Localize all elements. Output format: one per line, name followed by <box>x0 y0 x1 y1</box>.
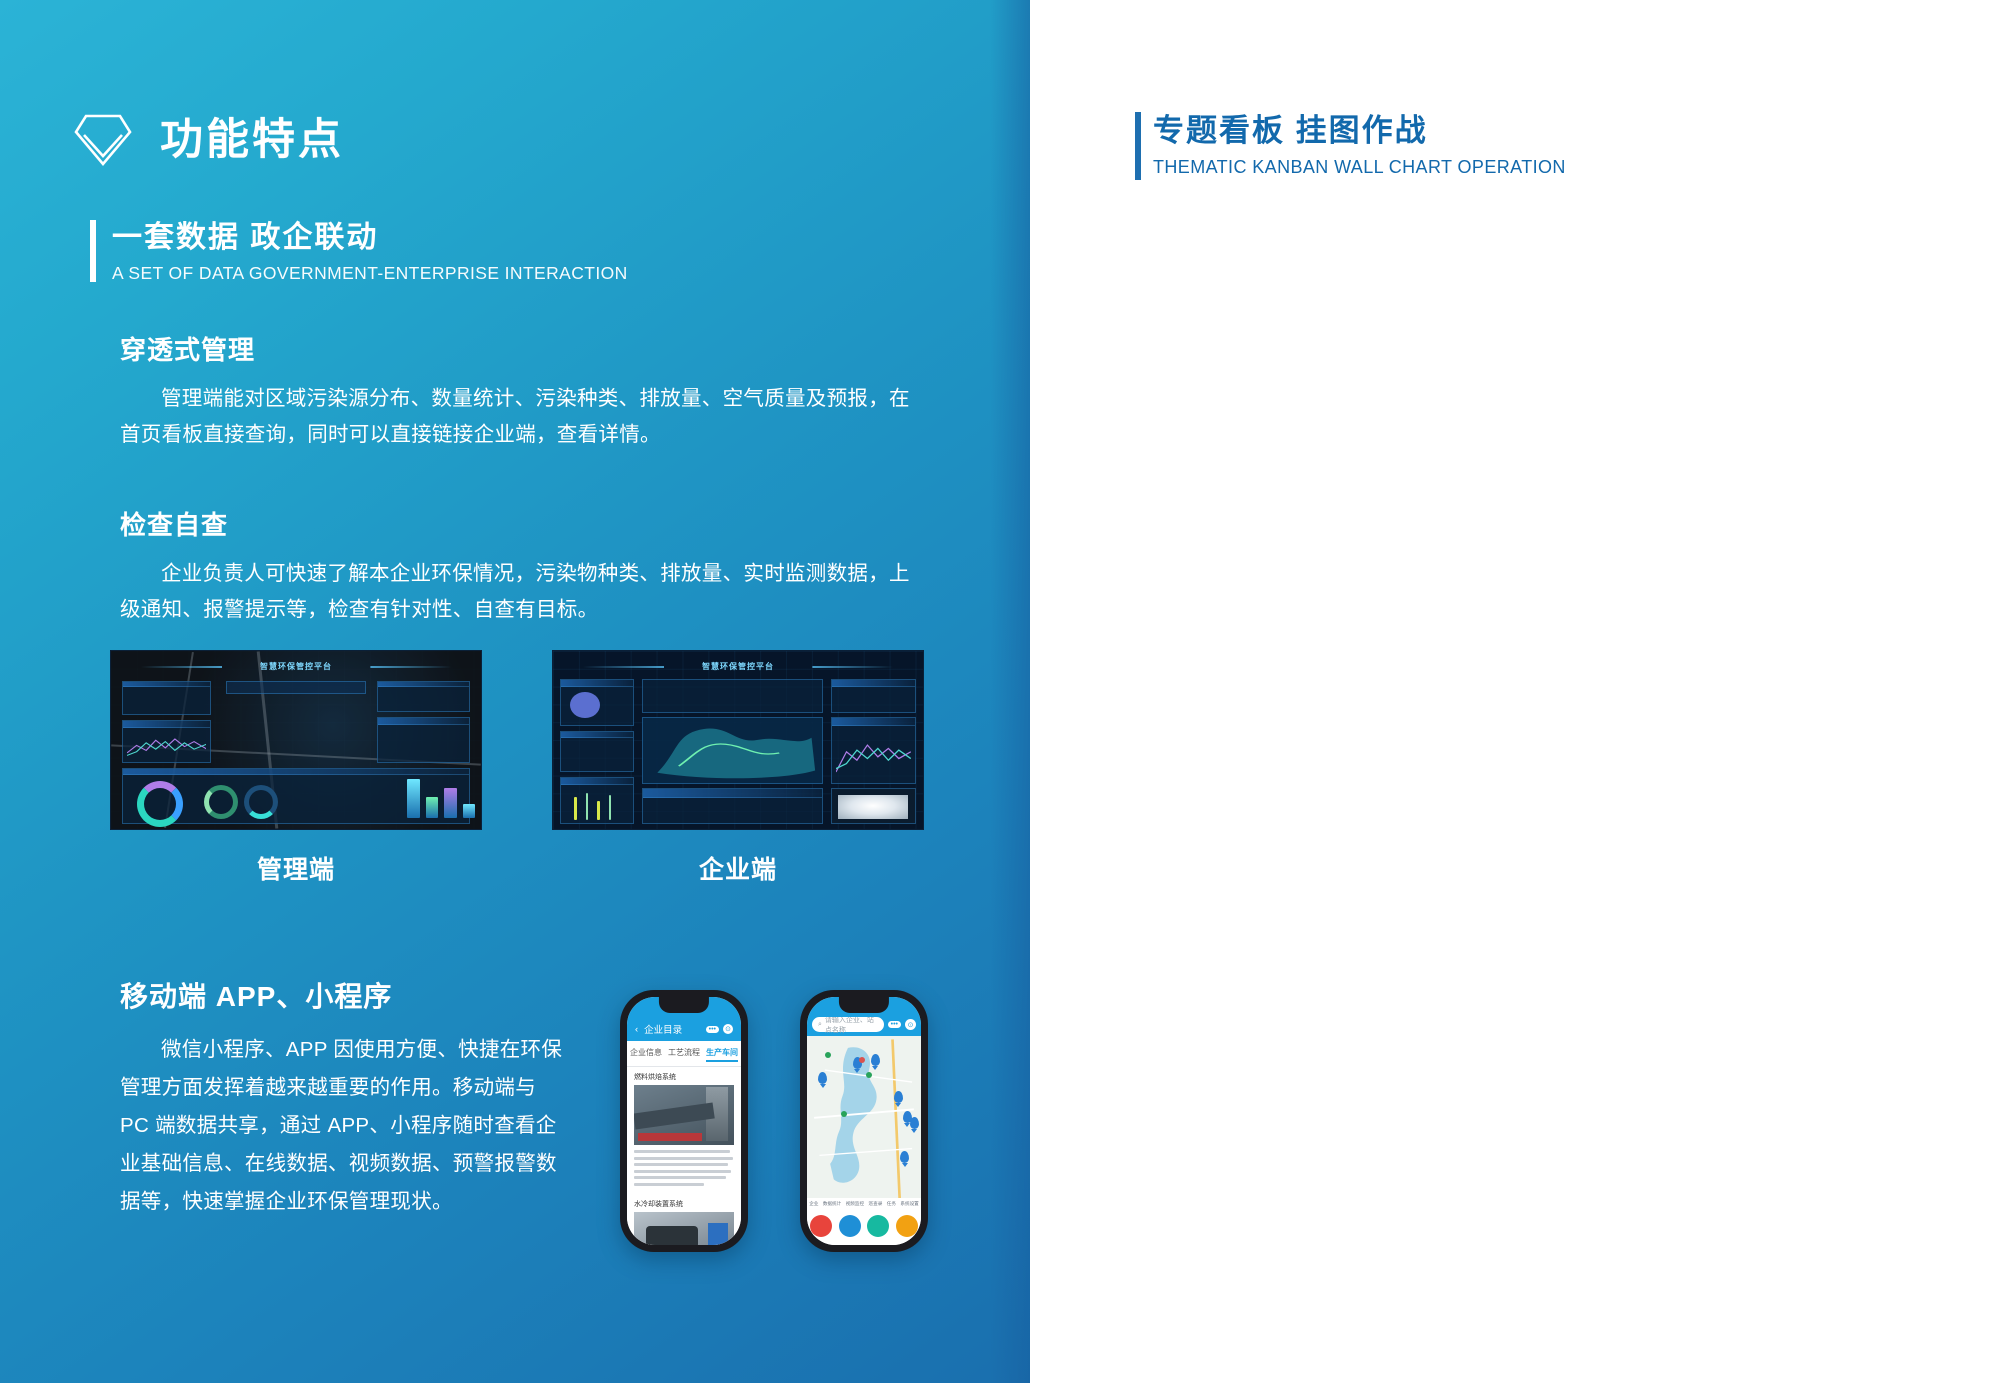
tab-process-flow[interactable]: 工艺流程 <box>668 1047 700 1062</box>
chevron-left-icon[interactable]: ‹ <box>635 1024 638 1035</box>
search-input[interactable]: ⌕ 请输入企业、站点名称 <box>812 1016 884 1034</box>
toolbar-item[interactable]: 视频监控 <box>846 1201 864 1207</box>
phone-map-toolbar[interactable]: 企业 数据统计 视频监控 巡查录 任务 系统设置 <box>807 1198 921 1209</box>
toolbar-item[interactable]: 数据统计 <box>823 1201 841 1207</box>
subheading-cn: 一套数据 政企联动 <box>112 221 379 254</box>
right-panel: 专题看板 挂图作战 THEMATIC KANBAN WALL CHART OPE… <box>1030 0 2000 1383</box>
feature-section-header: 功能特点 <box>72 112 344 168</box>
phone-tab-bar[interactable]: 企业信息 工艺流程 生产车间 <box>627 1041 741 1067</box>
phone-notch <box>658 997 710 1013</box>
screenshot-enterprise[interactable]: 智慧环保管控平台 企业端 <box>552 650 924 886</box>
gear-icon[interactable]: ⊙ <box>723 1024 733 1034</box>
feature-body: 企业负责人可快速了解本企业环保情况，污染物种类、排放量、实时监测数据，上级通知、… <box>120 562 910 621</box>
phone-nav-bar: ‹ 企业目录 ••• ⊙ <box>627 1017 741 1041</box>
panel-edge-gradient <box>990 0 1030 1383</box>
brochure-page: 功能特点 一套数据 政企联动 A SET OF DATA GOVERNMENT-… <box>0 0 2000 1383</box>
feature-block-mobile-app: 移动端 APP、小程序 微信小程序、APP 因使用方便、快捷在环保管理方面发挥着… <box>120 975 570 1221</box>
phone-search-bar[interactable]: ⌕ 请输入企业、站点名称 ••• ⊙ <box>807 1017 921 1036</box>
phone-mockup-map[interactable]: ⌕ 请输入企业、站点名称 ••• ⊙ 企业 数据统计 视频监控 巡查录 任务 系… <box>800 990 928 1252</box>
accent-bar <box>90 220 96 282</box>
map-pin[interactable] <box>893 1091 903 1104</box>
toolbar-item[interactable]: 企业 <box>809 1201 818 1207</box>
phone-nav-title: 企业目录 <box>644 1025 683 1036</box>
phone-body-text <box>627 1145 741 1194</box>
screenshot-caption: 管理端 <box>256 856 335 884</box>
dashboard-admin: 智慧环保管控平台 <box>110 650 482 830</box>
screenshot-admin[interactable]: 智慧环保管控平台 管理端 <box>110 650 482 886</box>
enterprise-icon[interactable] <box>838 1215 861 1237</box>
screenshot-caption: 企业端 <box>698 856 777 884</box>
search-icon: ⌕ <box>818 1020 822 1028</box>
dashboard-enterprise: 智慧环保管控平台 <box>552 650 924 830</box>
more-icon[interactable]: ••• <box>705 1025 719 1033</box>
map-poi-dot[interactable] <box>866 1071 873 1078</box>
feature-body: 微信小程序、APP 因使用方便、快捷在环保管理方面发挥着越来越重要的作用。移动端… <box>120 1038 563 1213</box>
tab-company-info[interactable]: 企业信息 <box>630 1047 662 1062</box>
more-icon[interactable]: ••• <box>887 1021 901 1028</box>
phone-section-title: 燃料烘焙系统 <box>634 1074 676 1081</box>
map-poi-dot[interactable] <box>841 1110 848 1117</box>
feature-block-selfcheck: 检查自查 企业负责人可快速了解本企业环保情况，污染物种类、排放量、实时监测数据，… <box>120 505 910 628</box>
phone-map-canvas[interactable] <box>807 1036 921 1198</box>
page-title: 功能特点 <box>160 115 344 164</box>
toolbar-item[interactable]: 巡查录 <box>869 1201 883 1207</box>
right-heading-en: THEMATIC KANBAN WALL CHART OPERATION <box>1153 157 1566 178</box>
diamond-icon <box>74 114 132 167</box>
location-icon[interactable] <box>867 1215 890 1237</box>
left-panel: 功能特点 一套数据 政企联动 A SET OF DATA GOVERNMENT-… <box>0 0 1030 1383</box>
phone-photo-furnace <box>634 1085 734 1145</box>
alert-icon[interactable] <box>810 1215 833 1237</box>
right-section-header: 专题看板 挂图作战 THEMATIC KANBAN WALL CHART OPE… <box>1135 112 1566 180</box>
tab-workshop[interactable]: 生产车间 <box>706 1047 738 1062</box>
feature-heading: 移动端 APP、小程序 <box>120 981 393 1012</box>
phone-quick-dock[interactable] <box>807 1209 921 1245</box>
right-heading-cn: 专题看板 挂图作战 <box>1153 113 1428 148</box>
feature-body: 管理端能对区域污染源分布、数量统计、污染种类、排放量、空气质量及预报，在首页看板… <box>120 387 910 446</box>
left-subheading: 一套数据 政企联动 A SET OF DATA GOVERNMENT-ENTER… <box>90 218 628 284</box>
apps-icon[interactable] <box>895 1215 918 1237</box>
feature-block-penetrating: 穿透式管理 管理端能对区域污染源分布、数量统计、污染种类、排放量、空气质量及预报… <box>120 330 910 453</box>
feature-heading: 穿透式管理 <box>120 335 256 365</box>
search-placeholder: 请输入企业、站点名称 <box>824 1016 874 1034</box>
phone-notch <box>838 997 890 1013</box>
toolbar-item[interactable]: 系统设置 <box>900 1201 918 1207</box>
map-pin[interactable] <box>909 1117 919 1129</box>
dashboard-title: 智慧环保管控平台 <box>111 658 481 674</box>
accent-bar <box>1135 112 1141 180</box>
toolbar-item[interactable]: 任务 <box>887 1201 896 1207</box>
subheading-en: A SET OF DATA GOVERNMENT-ENTERPRISE INTE… <box>112 263 628 283</box>
feature-heading: 检查自查 <box>120 510 229 540</box>
phone-photo-cooling <box>634 1212 734 1245</box>
gear-icon[interactable]: ⊙ <box>905 1019 916 1030</box>
phone-mockup-enterprise-directory[interactable]: ‹ 企业目录 ••• ⊙ 企业信息 工艺流程 生产车间 燃料烘焙系统 水冷却装置… <box>620 990 748 1252</box>
dashboard-title: 智慧环保管控平台 <box>553 658 923 674</box>
phone-section-title: 水冷却装置系统 <box>634 1201 683 1208</box>
map-pin[interactable] <box>870 1053 880 1066</box>
